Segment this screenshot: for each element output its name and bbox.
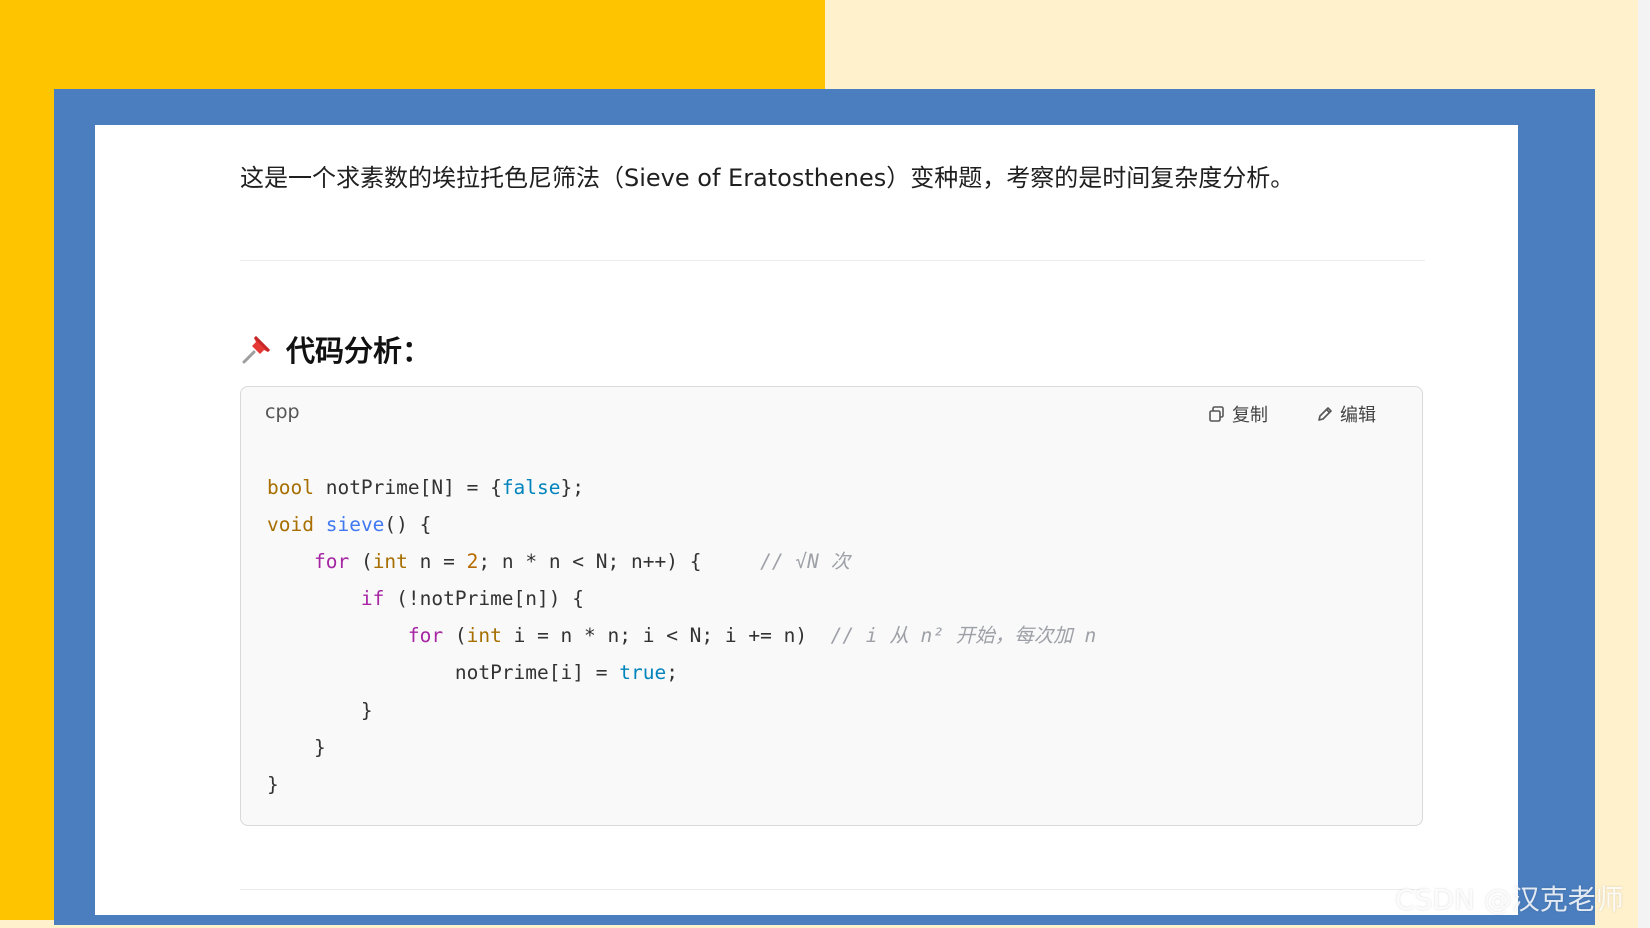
code-token: // i 从 n² 开始，每次加 n	[830, 624, 1097, 648]
code-token: notPrime[i] =	[454, 661, 620, 685]
intro-text: 这是一个求素数的埃拉托色尼筛法（Sieve of Eratosthenes）变种…	[240, 164, 1295, 192]
code-token: if	[360, 587, 385, 611]
copy-button[interactable]: 复制	[1208, 401, 1268, 427]
code-line: for (int n = 2; n * n < N; n++) { // √N …	[267, 543, 1096, 580]
code-token: }	[267, 772, 279, 796]
code-token: true	[619, 661, 667, 685]
code-line: for (int i = n * n; i < N; i += n) // i …	[267, 617, 1096, 654]
code-line: if (!notPrime[n]) {	[267, 580, 1096, 617]
divider	[240, 260, 1425, 261]
pushpin-icon	[242, 336, 270, 364]
code-language-label: cpp	[265, 401, 300, 423]
code-token: false	[501, 476, 561, 499]
code-token: for	[313, 550, 350, 574]
code-line: }	[267, 766, 1096, 803]
background-right-strip	[1638, 0, 1650, 928]
code-token: ; n * n < N; n++) {	[478, 550, 761, 574]
code-token: }	[313, 735, 326, 759]
code-token: sieve	[325, 513, 385, 537]
code-line: bool notPrime[N] = {false};	[267, 469, 1096, 506]
edit-button[interactable]: 编辑	[1316, 401, 1376, 427]
code-token: };	[560, 476, 584, 499]
code-block: cpp 复制 编辑 bool notPrime[N] = {false}; voi…	[240, 386, 1423, 826]
code-content: bool notPrime[N] = {false}; void sieve() …	[267, 469, 1096, 803]
code-token: // √N 次	[760, 550, 851, 574]
code-token: i = n * n; i < N; i += n)	[501, 624, 831, 648]
code-line: }	[267, 692, 1096, 729]
section-title: 代码分析：	[286, 334, 432, 368]
code-token: () {	[384, 513, 432, 537]
code-token: 2	[466, 550, 479, 574]
code-token: for	[407, 624, 444, 648]
watermark: CSDN @汉克老师	[1395, 883, 1624, 916]
code-actions: 复制 编辑	[1208, 401, 1376, 427]
code-token: bool	[267, 476, 314, 499]
code-line: void sieve() {	[267, 506, 1096, 543]
code-line: }	[267, 729, 1096, 766]
code-token: notPrime[N] = {	[313, 476, 502, 499]
divider	[240, 889, 1425, 890]
pencil-icon	[1318, 407, 1332, 421]
copy-label: 复制	[1232, 405, 1268, 426]
code-token: int	[372, 550, 408, 574]
edit-label: 编辑	[1340, 405, 1376, 426]
code-token: void	[267, 513, 314, 537]
code-token: n =	[407, 550, 467, 574]
code-line: notPrime[i] = true;	[267, 654, 1096, 691]
copy-icon	[1209, 406, 1224, 422]
code-token: }	[360, 698, 373, 722]
code-token: (	[349, 550, 373, 574]
code-token: ;	[666, 661, 678, 685]
code-token: (!notPrime[n]) {	[384, 587, 584, 611]
section-heading: 代码分析：	[240, 326, 431, 372]
code-token: (	[443, 624, 467, 648]
code-token: int	[466, 624, 502, 648]
